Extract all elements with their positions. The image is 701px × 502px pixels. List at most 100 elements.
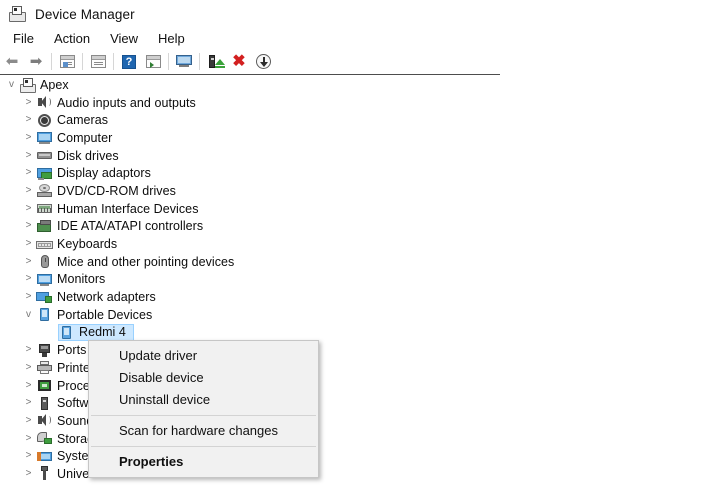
enable-device-icon[interactable]: [203, 51, 227, 73]
computer-root-icon: [19, 77, 36, 94]
tree-node-hid[interactable]: > Human Interface Devices: [0, 200, 701, 218]
scan-hardware-icon[interactable]: [172, 51, 196, 73]
chevron-right-icon[interactable]: >: [21, 168, 36, 178]
tree-node-label: Redmi 4: [79, 325, 126, 340]
properties-icon[interactable]: [86, 51, 110, 73]
tree-node-dvd-cdrom[interactable]: > DVD/CD-ROM drives: [0, 182, 701, 200]
software-device-icon: [36, 396, 53, 411]
download-icon[interactable]: [251, 51, 275, 73]
tree-node-redmi-4[interactable]: Redmi 4: [0, 323, 701, 342]
chevron-right-icon[interactable]: >: [21, 451, 36, 461]
context-menu[interactable]: Update driver Disable device Uninstall d…: [88, 340, 319, 478]
sound-icon: [36, 413, 53, 428]
device-manager-icon: [8, 5, 26, 23]
tree-node-label: IDE ATA/ATAPI controllers: [57, 219, 204, 234]
tree-node-ide-controllers[interactable]: > IDE ATA/ATAPI controllers: [0, 218, 701, 236]
chevron-down-icon[interactable]: v: [4, 79, 19, 90]
context-menu-item-disable-device[interactable]: Disable device: [89, 367, 318, 389]
toolbar-separator: [51, 53, 52, 70]
tree-node-keyboards[interactable]: > Keyboards: [0, 235, 701, 253]
tree-node-label: Disk drives: [57, 148, 119, 163]
update-driver-icon[interactable]: [141, 51, 165, 73]
chevron-right-icon[interactable]: >: [21, 150, 36, 161]
tree-node-label: Computer: [57, 130, 113, 145]
processor-icon: [36, 378, 53, 393]
menu-view[interactable]: View: [100, 29, 148, 48]
speaker-icon: [36, 95, 53, 110]
chevron-right-icon[interactable]: >: [21, 221, 36, 231]
context-menu-item-update-driver[interactable]: Update driver: [89, 345, 318, 367]
portable-device-icon: [36, 307, 53, 322]
tree-node-disk-drives[interactable]: > Disk drives: [0, 147, 701, 165]
toolbar-separator: [113, 53, 114, 70]
context-menu-separator: [91, 415, 316, 416]
tree-node-label: Cameras: [57, 113, 109, 128]
tree-node-portable-devices[interactable]: v Portable Devices: [0, 306, 701, 324]
back-arrow-icon[interactable]: ⬅: [0, 51, 24, 73]
tree-node-label: Display adaptors: [57, 166, 151, 181]
menu-help[interactable]: Help: [148, 29, 195, 48]
chevron-right-icon[interactable]: >: [21, 239, 36, 249]
tree-node-label: Keyboards: [57, 237, 118, 252]
disk-drive-icon: [36, 148, 53, 163]
tree-node-network-adapters[interactable]: > Network adapters: [0, 288, 701, 306]
uninstall-device-icon[interactable]: ✖: [227, 51, 251, 73]
chevron-right-icon[interactable]: >: [21, 433, 36, 444]
tree-node-apex[interactable]: v Apex: [0, 76, 701, 94]
menu-action[interactable]: Action: [44, 29, 100, 48]
chevron-right-icon[interactable]: >: [21, 362, 36, 373]
window-title: Device Manager: [35, 6, 135, 22]
tree-node-monitors[interactable]: > Monitors: [0, 271, 701, 289]
chevron-right-icon[interactable]: >: [21, 115, 36, 125]
chevron-right-icon[interactable]: >: [21, 185, 36, 196]
chevron-right-icon[interactable]: >: [21, 292, 36, 302]
show-hidden-devices-icon[interactable]: [55, 51, 79, 73]
chevron-right-icon[interactable]: >: [21, 468, 36, 479]
display-adapter-icon: [36, 166, 53, 181]
chevron-right-icon[interactable]: >: [21, 256, 36, 267]
chevron-right-icon[interactable]: >: [21, 132, 36, 143]
network-adapter-icon: [36, 290, 53, 305]
chevron-down-icon[interactable]: v: [21, 309, 36, 320]
monitor-icon: [36, 272, 53, 287]
tree-node-label: Human Interface Devices: [57, 201, 199, 216]
ide-controller-icon: [36, 219, 53, 234]
tree-node-mice[interactable]: > Mice and other pointing devices: [0, 253, 701, 271]
toolbar-separator: [199, 53, 200, 70]
toolbar-separator: [82, 53, 83, 70]
chevron-right-icon[interactable]: >: [21, 274, 36, 284]
tree-node-label: Portable Devices: [57, 307, 153, 322]
chevron-right-icon[interactable]: >: [21, 203, 36, 214]
usb-icon: [36, 466, 53, 481]
dvd-drive-icon: [36, 183, 53, 198]
forward-arrow-icon[interactable]: ➡: [24, 51, 48, 73]
help-icon[interactable]: ?: [117, 51, 141, 73]
tree-node-cameras[interactable]: > Cameras: [0, 111, 701, 129]
tree-node-label: Network adapters: [57, 290, 156, 305]
mouse-icon: [36, 254, 53, 269]
context-menu-item-scan-hardware-changes[interactable]: Scan for hardware changes: [89, 420, 318, 442]
tree-node-label: Mice and other pointing devices: [57, 254, 235, 269]
context-menu-item-properties[interactable]: Properties: [89, 451, 318, 473]
chevron-right-icon[interactable]: >: [21, 97, 36, 108]
title-bar: Device Manager: [0, 0, 701, 28]
toolbar: ⬅ ➡ ? ✖: [0, 49, 500, 75]
tree-node-audio[interactable]: > Audio inputs and outputs: [0, 94, 701, 112]
chevron-right-icon[interactable]: >: [21, 345, 36, 355]
tree-node-label: DVD/CD-ROM drives: [57, 183, 176, 198]
camera-icon: [36, 113, 53, 128]
chevron-right-icon[interactable]: >: [21, 398, 36, 408]
portable-device-icon: [58, 325, 75, 340]
chevron-right-icon[interactable]: >: [21, 415, 36, 426]
system-device-icon: [36, 449, 53, 464]
toolbar-separator: [168, 53, 169, 70]
context-menu-item-uninstall-device[interactable]: Uninstall device: [89, 389, 318, 411]
chevron-right-icon[interactable]: >: [21, 380, 36, 391]
printer-icon: [36, 360, 53, 375]
tree-node-label: Audio inputs and outputs: [57, 95, 196, 110]
tree-node-computer[interactable]: > Computer: [0, 129, 701, 147]
tree-node-label: Monitors: [57, 272, 106, 287]
tree-node-display-adaptors[interactable]: > Display adaptors: [0, 164, 701, 182]
computer-icon: [36, 130, 53, 145]
menu-file[interactable]: File: [3, 29, 44, 48]
